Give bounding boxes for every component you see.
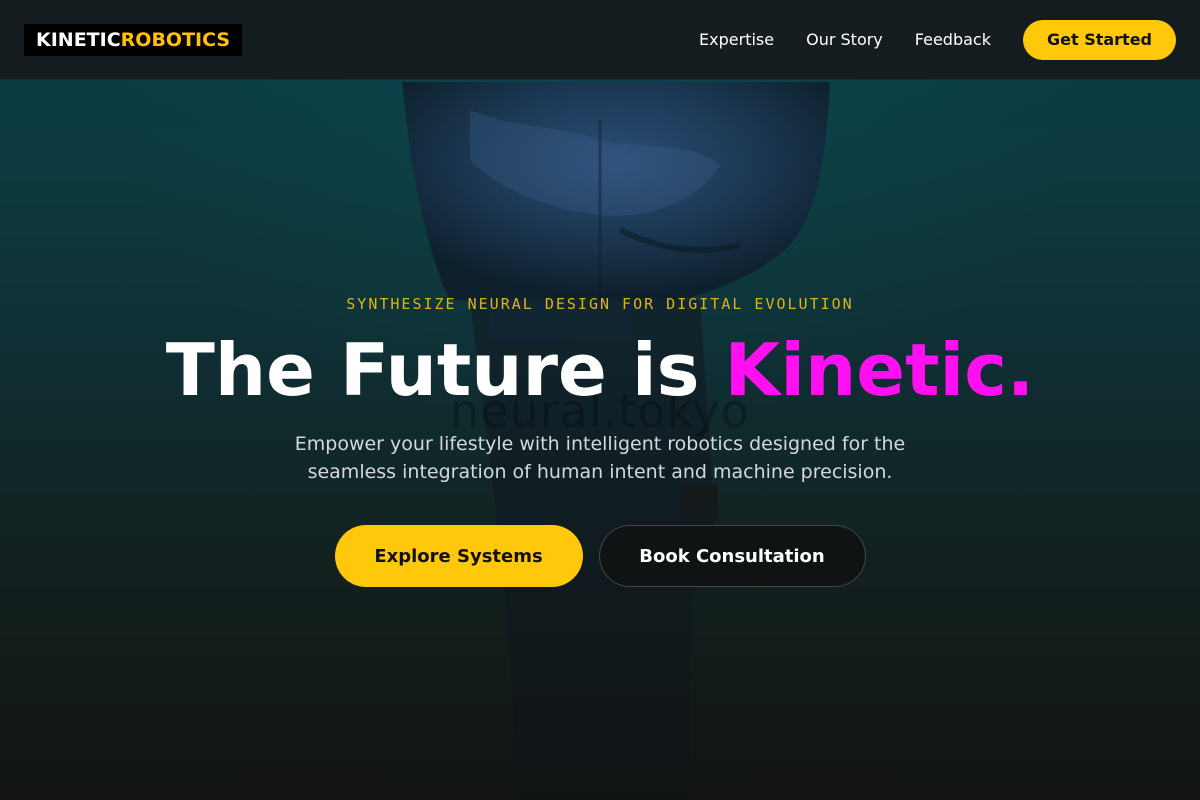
book-consultation-button[interactable]: Book Consultation (598, 525, 866, 587)
landing-page: neural.tokyo KINETIC ROBOTICS Expertise O… (0, 0, 1200, 800)
hero-cta-group: Explore Systems Book Consultation (0, 525, 1200, 587)
explore-systems-button[interactable]: Explore Systems (334, 525, 583, 587)
hero-subtext: Empower your lifestyle with intelligent … (294, 433, 906, 483)
hero-section: SYNTHESIZE NEURAL DESIGN FOR DIGITAL EVO… (0, 0, 1200, 800)
hero-eyebrow: SYNTHESIZE NEURAL DESIGN FOR DIGITAL EVO… (346, 295, 854, 313)
headline-accent-text: Kinetic. (724, 328, 1035, 412)
headline-main-text: The Future is (165, 328, 725, 412)
hero-headline: The Future is Kinetic. (0, 328, 1200, 412)
